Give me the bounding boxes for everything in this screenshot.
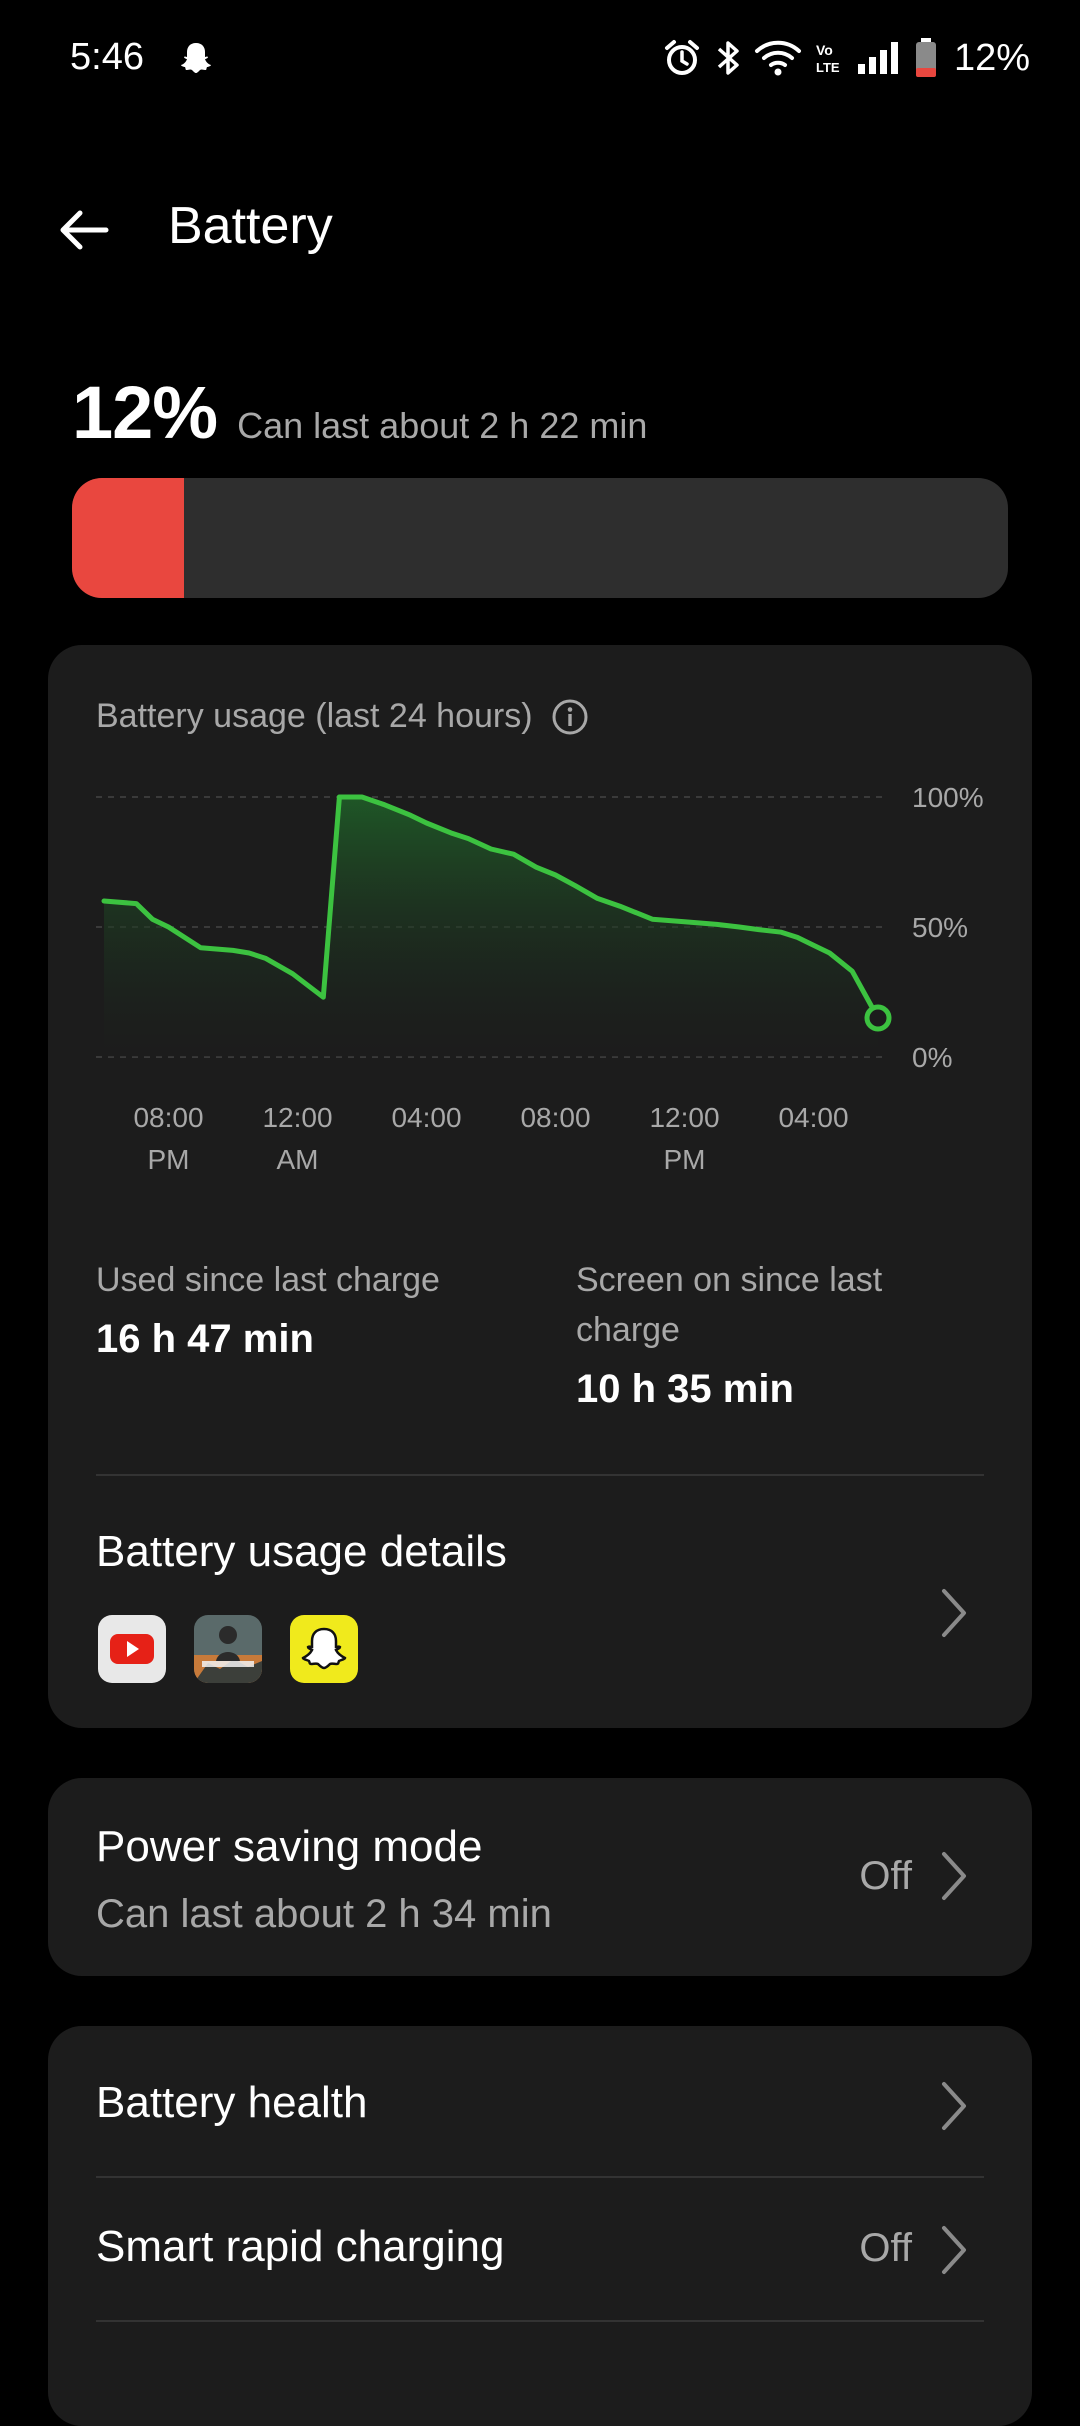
- chart-x-tick-label: AM: [277, 1144, 319, 1175]
- snapchat-ghost-icon: [181, 43, 211, 73]
- power-saving-mode-row[interactable]: Power saving mode Can last about 2 h 34 …: [48, 1778, 1032, 1976]
- battery-health-row[interactable]: Battery health: [48, 2026, 1032, 2174]
- battery-health-label: Battery health: [96, 2078, 368, 2127]
- smart-rapid-charging-row[interactable]: Smart rapid charging Off: [48, 2178, 1032, 2318]
- battery-usage-card: Battery usage (last 24 hours) 100% 50% 0% …: [48, 645, 1032, 1728]
- signal-icon: [857, 42, 898, 74]
- power-saving-subtitle: Can last about 2 h 34 min: [96, 1892, 552, 1936]
- snapchat-icon: [290, 1615, 358, 1683]
- chart-x-tick-label: PM: [148, 1144, 190, 1175]
- bluetooth-icon: [717, 41, 739, 75]
- divider: [96, 1474, 984, 1476]
- chart-y-tick-label: 100%: [912, 782, 984, 813]
- used-since-charge-value: 16 h 47 min: [96, 1317, 314, 1361]
- screen-on-since-charge: Screen on since last charge 10 h 35 min: [576, 1255, 976, 1412]
- usage-chart-header: Battery usage (last 24 hours): [96, 697, 589, 736]
- alarm-icon: [664, 40, 699, 75]
- battery-level: 12% Can last about 2 h 22 min: [72, 370, 647, 455]
- chart-x-tick-label: 08:00: [133, 1102, 203, 1133]
- back-arrow-icon[interactable]: [52, 198, 116, 262]
- smart-rapid-charging-label: Smart rapid charging: [96, 2222, 505, 2271]
- app-usage-icons: [98, 1615, 358, 1683]
- chevron-right-icon: [942, 1852, 966, 1900]
- svg-text:Vo: Vo: [816, 42, 833, 58]
- battery-usage-chart: 100% 50% 0% 08:00 PM 12:00 AM 04:00 08:00 12:00 P…: [96, 782, 984, 1175]
- chevron-right-icon: [942, 2082, 966, 2130]
- chart-x-tick-label: 12:00: [649, 1102, 719, 1133]
- youtube-icon: [98, 1615, 166, 1683]
- smart-rapid-charging-value: Off: [859, 2226, 912, 2270]
- battery-usage-details-title[interactable]: Battery usage details: [96, 1527, 507, 1577]
- chart-y-tick-label: 0%: [912, 1042, 952, 1073]
- used-since-charge-label: Used since last charge: [96, 1261, 440, 1299]
- power-saving-title: Power saving mode: [96, 1822, 483, 1871]
- battery-settings-list: Battery health Smart rapid charging Off: [48, 2026, 1032, 2426]
- chart-x-tick-label: 08:00: [520, 1102, 590, 1133]
- chevron-right-icon[interactable]: [936, 1585, 972, 1641]
- status-battery-percent: 12%: [953, 36, 1030, 79]
- page-title: Battery: [168, 197, 333, 255]
- usage-chart-title: Battery usage (last 24 hours): [96, 697, 533, 735]
- info-icon[interactable]: [551, 698, 589, 736]
- svg-text:LTE: LTE: [816, 60, 840, 75]
- chevron-right-icon: [942, 2226, 966, 2274]
- bgmi-icon: [194, 1615, 262, 1683]
- chart-y-tick-label: 50%: [912, 912, 968, 943]
- screen-on-value: 10 h 35 min: [576, 1367, 794, 1411]
- used-since-charge: Used since last charge 16 h 47 min: [96, 1255, 536, 1362]
- status-time: 5:46: [70, 36, 144, 78]
- chart-current-point: [864, 1004, 892, 1032]
- battery-icon: [915, 38, 936, 77]
- battery-level-fill: [72, 478, 185, 598]
- chart-x-tick-label: 04:00: [391, 1102, 461, 1133]
- chart-x-tick-label: 04:00: [778, 1102, 848, 1133]
- power-saving-value: Off: [859, 1854, 912, 1898]
- wifi-icon: [754, 40, 801, 76]
- divider: [96, 2320, 984, 2322]
- battery-percent: 12%: [72, 371, 218, 454]
- chart-x-tick-label: PM: [664, 1144, 706, 1175]
- chart-x-tick-label: 12:00: [262, 1102, 332, 1133]
- battery-level-bar: [72, 478, 1008, 598]
- screen-on-label: Screen on since last charge: [576, 1261, 883, 1349]
- status-bar: 5:46 Vo LTE 12%: [0, 0, 1080, 120]
- battery-estimate: Can last about 2 h 22 min: [237, 405, 648, 446]
- volte-icon: Vo LTE: [816, 42, 840, 75]
- status-icons: Vo LTE 12%: [662, 34, 1030, 82]
